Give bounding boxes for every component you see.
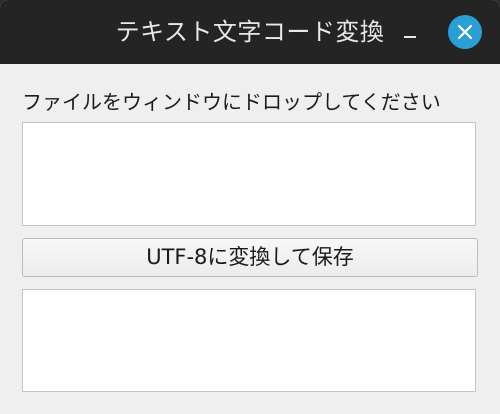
convert-save-button[interactable]: UTF-8に変換して保存 — [22, 238, 478, 277]
minimize-button[interactable] — [396, 22, 424, 50]
input-textarea[interactable] — [22, 122, 476, 226]
title-bar[interactable]: テキスト文字コード変換 — [0, 0, 500, 64]
app-window: テキスト文字コード変換 ファイルをウィンドウにドロップしてください UTF-8に… — [0, 0, 500, 414]
close-button[interactable] — [448, 15, 482, 49]
close-icon — [457, 24, 473, 40]
output-textarea[interactable] — [22, 289, 476, 392]
drop-instruction-label: ファイルをウィンドウにドロップしてください — [22, 90, 441, 114]
minimize-icon — [404, 36, 416, 38]
window-title: テキスト文字コード変換 — [115, 18, 385, 46]
